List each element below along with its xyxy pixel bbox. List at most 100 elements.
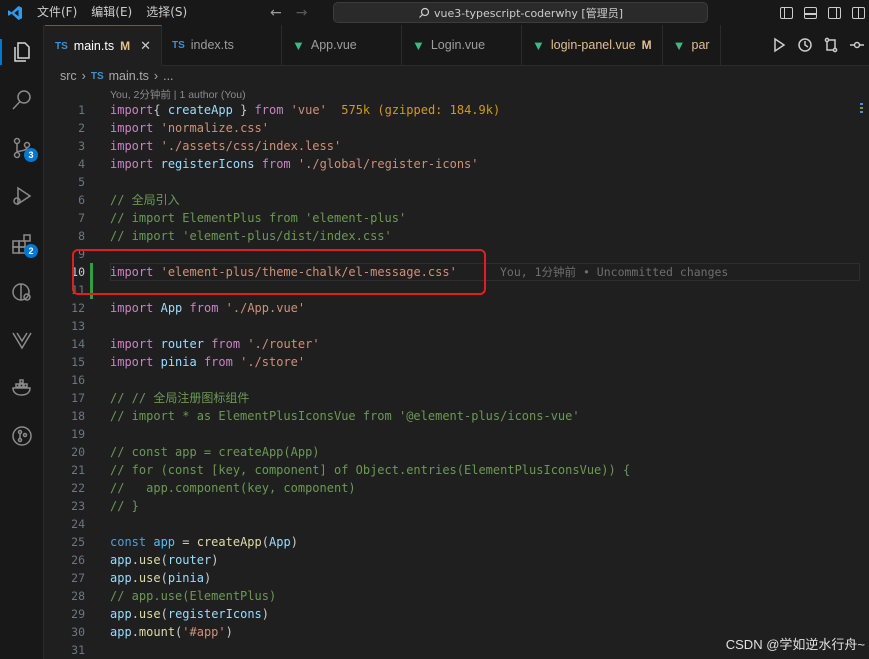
code-text: import 'normalize.css' [110,119,269,137]
menu-edit[interactable]: 编辑(E) [84,0,139,25]
modified-badge: M [120,39,131,53]
toggle-secondary-sidebar-icon[interactable] [828,6,841,19]
code-token: './App.vue' [225,301,306,315]
code-line[interactable]: 5 [45,173,869,191]
menu-selection[interactable]: 选择(S) [139,0,194,25]
open-changes-icon[interactable] [823,37,839,53]
code-line[interactable]: 27 app.use(pinia) [45,569,869,587]
run-icon[interactable] [771,37,787,53]
code-line[interactable]: 25 const app = createApp(App) [45,533,869,551]
forward-arrow-icon[interactable]: → [296,5,308,21]
explorer-icon[interactable] [6,36,38,68]
tab-par[interactable]: ▼ par [663,25,721,65]
code-token: router [167,553,212,567]
breadcrumb-file[interactable]: main.ts [109,69,149,83]
vue-devtools-icon[interactable] [6,324,38,356]
toggle-primary-sidebar-icon[interactable] [780,6,793,19]
code-line[interactable]: 7 // import ElementPlus from 'element-plu… [45,209,869,227]
breadcrumb-folder[interactable]: src [60,69,77,83]
git-graph-icon[interactable] [6,420,38,452]
code-line[interactable]: 3 import './assets/css/index.less' [45,137,869,155]
code-line[interactable]: 2 import 'normalize.css' [45,119,869,137]
code-token: . [131,553,139,567]
code-token: } [232,103,255,117]
modified-badge: M [641,38,652,52]
close-icon[interactable]: ✕ [140,38,151,54]
code-line[interactable]: 6 // 全局引入 [45,191,869,209]
code-line[interactable]: 23 // } [45,497,869,515]
code-line[interactable]: 20 // const app = createApp(App) [45,443,869,461]
line-number: 12 [71,301,85,315]
tab-login-vue[interactable]: ▼ Login.vue [402,25,522,65]
code-token: use [138,553,161,567]
code-text: // for (const [key, component] of Object… [110,461,630,479]
code-line[interactable]: 17 // // 全局注册图标组件 [45,389,869,407]
code-text: import pinia from './store' [110,353,305,371]
code-line[interactable]: 29 app.use(registerIcons) [45,605,869,623]
code-line[interactable]: 14 import router from './router' [45,335,869,353]
extensions-icon[interactable]: 2 [6,228,38,260]
tab-label: login-panel.vue [550,38,636,52]
code-token: createApp [196,535,262,549]
code-line[interactable]: 24 [45,515,869,533]
code-token: './assets/css/index.less' [160,139,342,153]
code-token: 'normalize.css' [160,121,269,135]
menu-file[interactable]: 文件(F) [30,0,84,25]
blame-codelens[interactable]: You, 2分钟前 | 1 author (You) [110,87,246,102]
code-line[interactable]: 13 [45,317,869,335]
line-number: 22 [71,481,85,495]
docker-icon[interactable] [6,372,38,404]
tab-index-ts[interactable]: TS index.ts [162,25,282,65]
code-line[interactable]: 16 [45,371,869,389]
code-line[interactable]: 28 // app.use(ElementPlus) [45,587,869,605]
code-token: pinia [160,355,197,369]
search-icon[interactable] [6,84,38,116]
back-arrow-icon[interactable]: ← [270,5,282,21]
code-token: './global/register-icons' [297,157,479,171]
breadcrumb-symbols[interactable]: ... [163,69,173,83]
code-text: app.use(router) [110,551,218,569]
line-number: 27 [71,571,85,585]
source-control-icon[interactable]: 3 [6,132,38,164]
line-number: 14 [71,337,85,351]
typescript-icon: TS [171,39,185,51]
code-line[interactable]: 22 // app.component(key, component) [45,479,869,497]
tab-login-panel-vue[interactable]: ▼ login-panel.vue M [522,25,663,65]
code-token: router [160,337,204,351]
code-line[interactable]: 8 // import 'element-plus/dist/index.css' [45,227,869,245]
remote-explorer-icon[interactable] [6,276,38,308]
code-line[interactable]: 15 import pinia from './store' [45,353,869,371]
command-center[interactable]: vue3-typescript-coderwhy [管理员] [333,2,708,23]
code-text: // import 'element-plus/dist/index.css' [110,227,392,245]
code-line[interactable]: 12 import App from './App.vue' [45,299,869,317]
code-line[interactable]: 19 [45,425,869,443]
git-compare-icon[interactable] [849,37,865,53]
code-line[interactable]: 18 // import * as ElementPlusIconsVue fro… [45,407,869,425]
code-token: . [131,607,139,621]
code-line[interactable]: 1 import{ createApp } from 'vue' 575k (gz… [45,101,869,119]
code-text: import App from './App.vue' [110,299,305,317]
code-line[interactable]: 4 import registerIcons from './global/reg… [45,155,869,173]
line-number: 21 [71,463,85,477]
code-editor[interactable]: You, 2分钟前 | 1 author (You) 1 import{ crea… [45,85,869,659]
command-center-label: vue3-typescript-coderwhy [管理员] [433,6,624,20]
code-line[interactable]: 26 app.use(router) [45,551,869,569]
source-control-badge: 3 [24,148,38,162]
search-icon [419,7,430,18]
code-token: // import ElementPlus from 'element-plus… [110,211,407,225]
toggle-panel-icon[interactable] [804,6,817,19]
run-debug-icon[interactable] [6,180,38,212]
code-token: registerIcons [167,607,262,621]
tab-app-vue[interactable]: ▼ App.vue [282,25,402,65]
timeline-icon[interactable] [797,37,813,53]
customize-layout-icon[interactable] [852,6,865,19]
code-line[interactable]: 21 // for (const [key, component] of Obje… [45,461,869,479]
code-text: // const app = createApp(App) [110,443,320,461]
line-number: 17 [71,391,85,405]
code-text: // 全局引入 [110,191,180,209]
tab-main-ts[interactable]: TS main.ts M ✕ [45,25,162,66]
tab-label: index.ts [190,38,234,52]
